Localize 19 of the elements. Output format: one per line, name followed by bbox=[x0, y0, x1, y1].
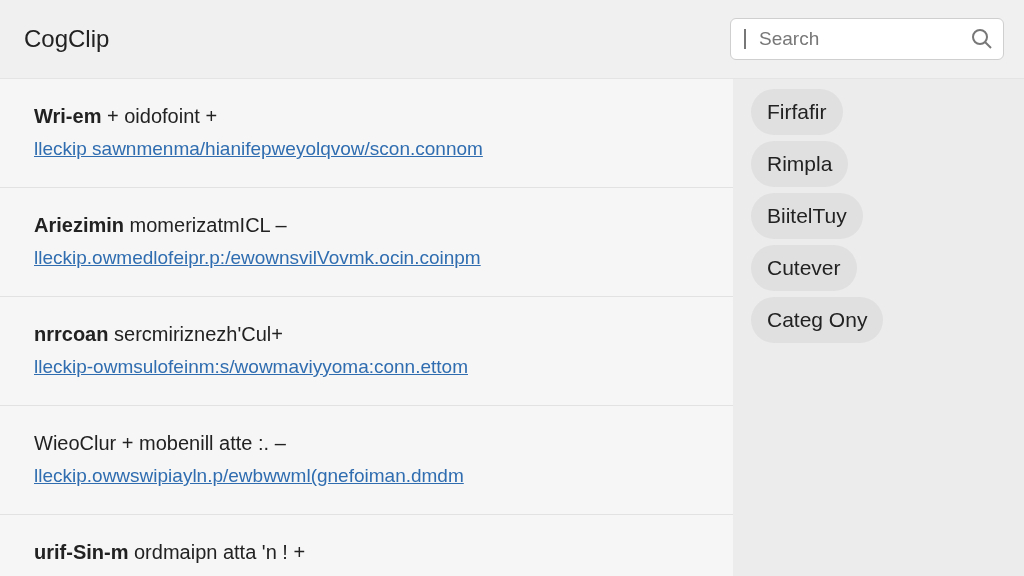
clip-link[interactable]: lleckip-owmsulofeinm:s/wowmaviyyoma:conn.ettom bbox=[34, 356, 733, 378]
clip-title: urif-Sin-m ordmaipn atta 'n ! + bbox=[34, 541, 307, 564]
category-chip[interactable]: Categ Ony bbox=[751, 297, 884, 343]
clip-title: nrrcoan sercmiriznezh'Cul+ bbox=[34, 323, 284, 346]
clip-link[interactable]: lleckip.owmedlofeipr.p:/ewownsvilVovmk.ocin.coinpm bbox=[34, 247, 733, 269]
clip-title: Wri-em + oidofoint + bbox=[34, 105, 219, 128]
category-chip[interactable]: Cutever bbox=[751, 245, 857, 291]
category-chip[interactable]: BiitelTuy bbox=[751, 193, 863, 239]
clip-title: WieoClur + mobenill atte :. – bbox=[34, 432, 287, 455]
clip-link[interactable]: lleckip.owwswipiayln.p/ewbwwml(gnefoiman.dmdm bbox=[34, 465, 733, 487]
search-field[interactable]: Search bbox=[730, 18, 1004, 60]
search-input[interactable]: Search bbox=[757, 27, 961, 51]
app-title: CogClip bbox=[24, 25, 110, 53]
category-chip[interactable]: Rimpla bbox=[751, 141, 849, 187]
category-chip[interactable]: Firfafir bbox=[751, 89, 843, 135]
clip-link[interactable]: lleckip sawnmenma/hianifepweyolqvow/scon.connom bbox=[34, 138, 733, 160]
cursor-icon bbox=[743, 28, 747, 50]
search-icon bbox=[971, 28, 993, 50]
clip-title: Ariezimin momerizatmICL – bbox=[34, 214, 288, 237]
